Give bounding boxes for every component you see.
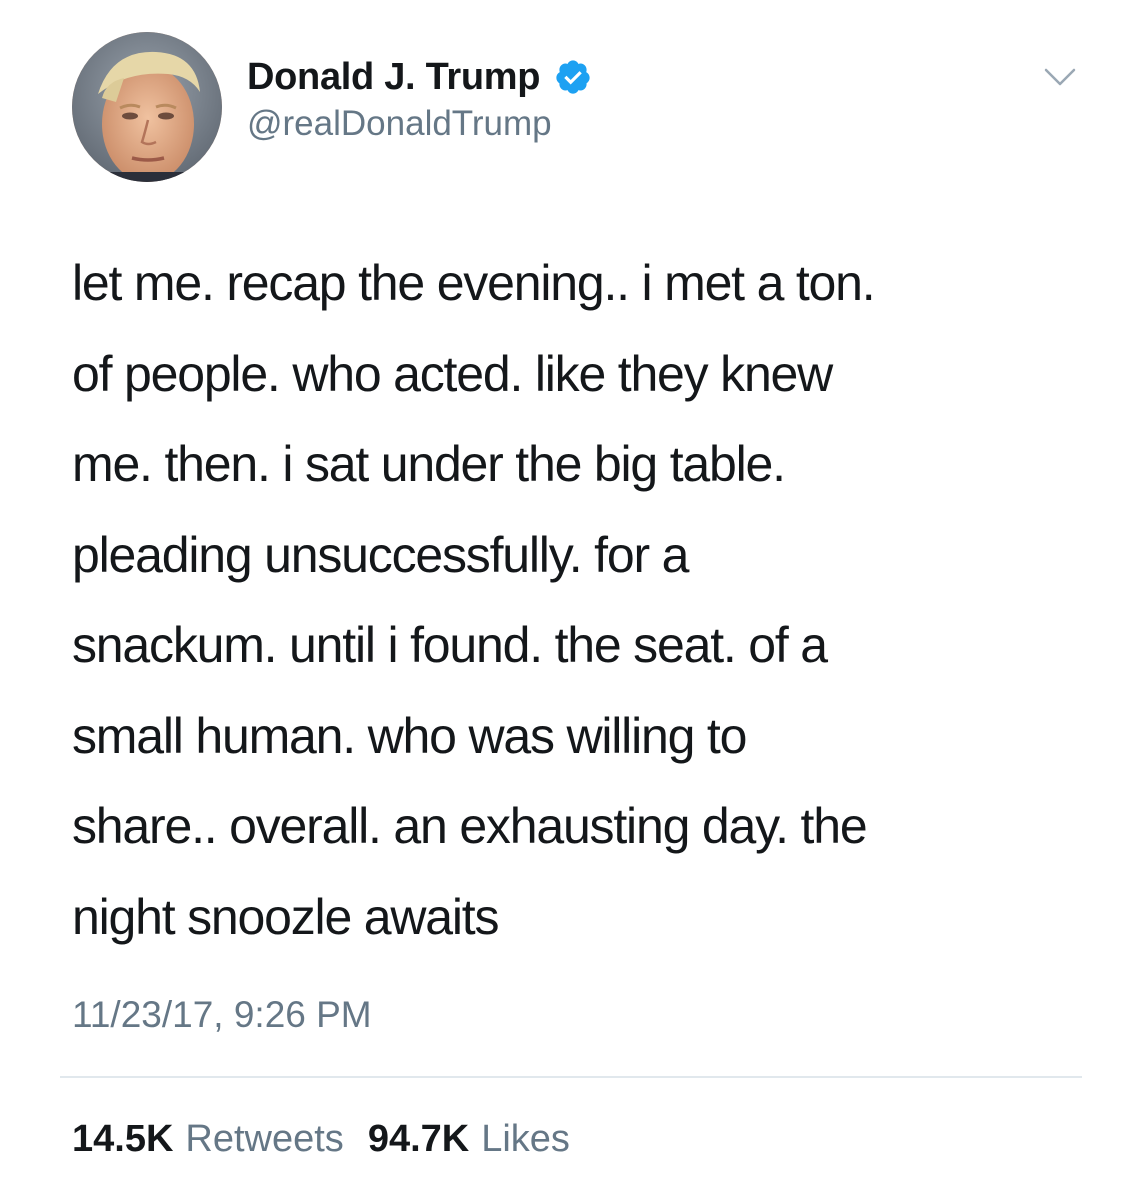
- avatar-portrait: [72, 32, 222, 182]
- verified-badge-icon: [554, 58, 592, 96]
- author-name-row: Donald J. Trump: [247, 52, 592, 102]
- tweet-card: Donald J. Trump @realDonaldTrump let me.…: [0, 0, 1141, 1200]
- tweet-text: let me. recap the evening.. i met a ton.…: [72, 238, 1082, 962]
- avatar[interactable]: [72, 32, 222, 182]
- retweets-stat[interactable]: 14.5K Retweets: [72, 1118, 344, 1161]
- tweet-text-line: share.. overall. an exhausting day. the: [72, 798, 868, 854]
- chevron-down-icon[interactable]: [1040, 64, 1080, 92]
- tweet-timestamp[interactable]: 11/23/17, 9:26 PM: [72, 994, 372, 1036]
- tweet-text-line: me. then. i sat under the big table.: [72, 436, 786, 492]
- likes-stat[interactable]: 94.7K Likes: [368, 1118, 570, 1161]
- tweet-header: Donald J. Trump @realDonaldTrump: [247, 52, 592, 144]
- tweet-text-line: night snoozle awaits: [72, 888, 499, 945]
- tweet-text-line: small human. who was willing to: [72, 707, 747, 764]
- tweet-stats: 14.5K Retweets 94.7K Likes: [72, 1118, 594, 1161]
- tweet-text-line: let me. recap the evening.. i met a ton.: [72, 255, 876, 311]
- author-handle[interactable]: @realDonaldTrump: [247, 104, 592, 144]
- author-display-name[interactable]: Donald J. Trump: [247, 56, 541, 99]
- divider: [60, 1076, 1082, 1078]
- retweets-count: 14.5K: [72, 1118, 174, 1160]
- tweet-text-line: snackum. until i found. the seat. of a: [72, 617, 828, 673]
- tweet-text-line: of people. who acted. like they knew: [72, 345, 833, 402]
- likes-count: 94.7K: [367, 1118, 470, 1160]
- likes-label: Likes: [481, 1118, 570, 1160]
- tweet-text-line: pleading unsuccessfully. for a: [72, 526, 689, 583]
- retweets-label: Retweets: [185, 1118, 344, 1160]
